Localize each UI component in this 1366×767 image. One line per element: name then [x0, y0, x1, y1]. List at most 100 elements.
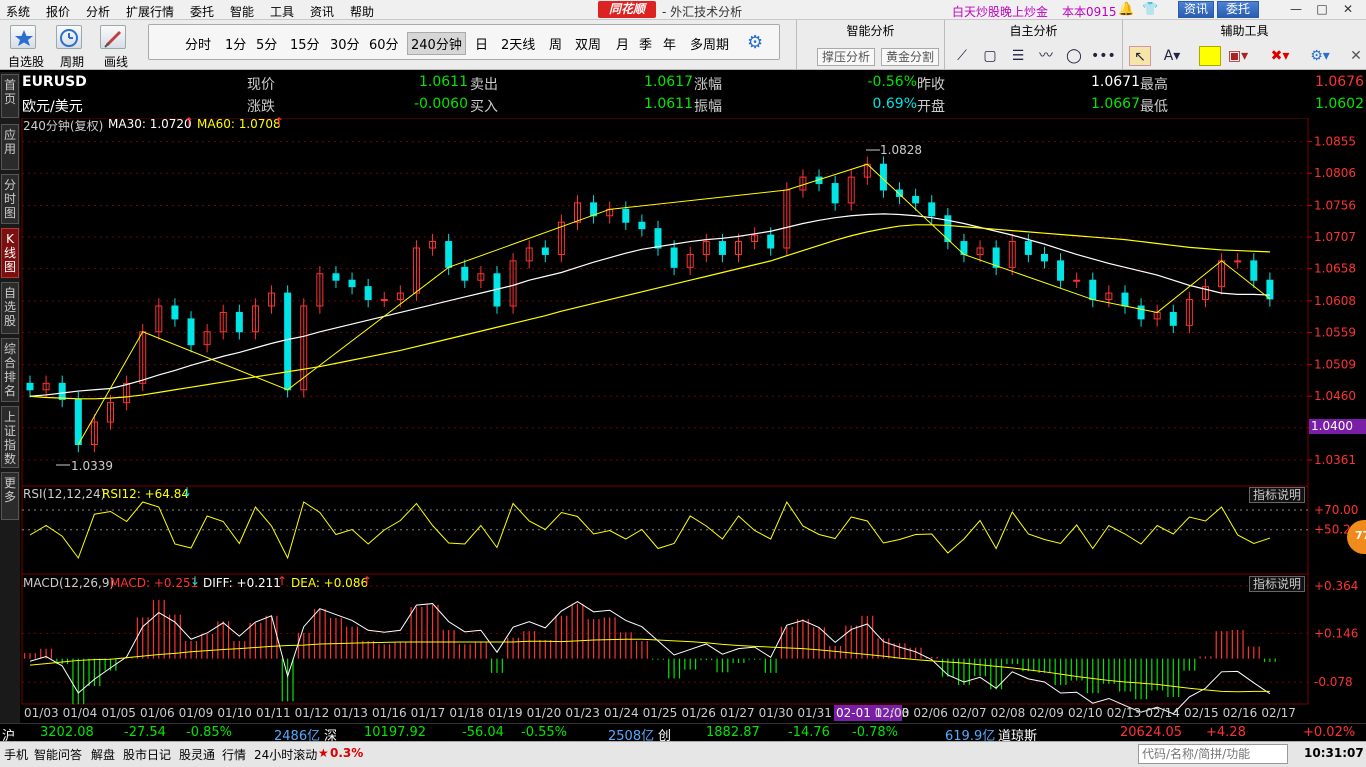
- rect-tool-icon[interactable]: ▢: [979, 46, 1001, 66]
- macd-down-arrow-icon: ↓: [190, 574, 201, 588]
- candle-body: [332, 273, 340, 281]
- period-5m[interactable]: 5分: [256, 34, 277, 53]
- period-2week[interactable]: 双周: [575, 34, 601, 53]
- period-label[interactable]: 周期: [60, 53, 84, 70]
- high-marker-label: 1.0828: [880, 143, 922, 157]
- draw-label[interactable]: 画线: [104, 53, 128, 70]
- x-tick-label: 02/14: [1145, 706, 1180, 720]
- close-icon[interactable]: ✕: [1340, 2, 1356, 17]
- channel-tool-icon[interactable]: ☰: [1007, 46, 1029, 66]
- period-year[interactable]: 年: [663, 34, 676, 53]
- status-gulingtong[interactable]: 股灵通: [179, 746, 215, 763]
- candle-body: [590, 202, 598, 217]
- period-week[interactable]: 周: [549, 34, 562, 53]
- dj-value[interactable]: 20624.05: [1120, 725, 1182, 740]
- sz-change: -56.04: [462, 725, 504, 740]
- candle-body: [348, 279, 356, 288]
- macd-help-button[interactable]: 指标说明: [1249, 576, 1306, 592]
- period-multi[interactable]: 多周期: [690, 34, 729, 53]
- menu-system[interactable]: 系统: [6, 3, 30, 20]
- bell-icon[interactable]: 🔔: [1118, 2, 1134, 17]
- period-month[interactable]: 月: [616, 34, 629, 53]
- candle-body: [1073, 279, 1081, 282]
- menu-extended[interactable]: 扩展行情: [126, 3, 174, 20]
- gear-icon[interactable]: ⚙: [747, 32, 763, 53]
- sz-value[interactable]: 10197.92: [364, 725, 426, 740]
- macd-label: MACD(12,26,9): [23, 576, 115, 590]
- more-tools-icon[interactable]: •••: [1091, 46, 1116, 66]
- panel-close-icon[interactable]: ✕: [1345, 46, 1366, 66]
- period-15m[interactable]: 15分: [290, 34, 320, 53]
- pencil-icon[interactable]: [100, 25, 126, 49]
- period-30m[interactable]: 30分: [330, 34, 360, 53]
- line-tool-icon[interactable]: ⟋: [951, 46, 973, 66]
- symbol-code: EURUSD: [22, 74, 87, 90]
- candle-body: [26, 382, 34, 391]
- promo-link[interactable]: 白天炒股晚上炒金: [952, 3, 1048, 20]
- settings-icon[interactable]: ⚙▾: [1309, 46, 1331, 66]
- status-analysis[interactable]: 解盘: [91, 746, 115, 763]
- status-market[interactable]: 行情: [222, 746, 246, 763]
- menu-bar: 系统 报价 分析 扩展行情 委托 智能 工具 资讯 帮助 同花顺 - 外汇技术分…: [0, 0, 1366, 20]
- news-button[interactable]: 资讯: [1178, 1, 1214, 18]
- period-60m[interactable]: 60分: [369, 34, 399, 53]
- menu-news[interactable]: 资讯: [310, 3, 334, 20]
- aux-tools-panel: 辅助工具 ↖ A▾ ▣▾ ✖▾ ⚙▾ ✕: [1122, 20, 1366, 70]
- cy-change: -14.76: [788, 725, 830, 740]
- color-picker-icon[interactable]: [1199, 46, 1221, 66]
- search-input[interactable]: [1138, 744, 1288, 764]
- period-2day[interactable]: 2天线: [501, 34, 535, 53]
- account-name[interactable]: 本本0915: [1062, 3, 1117, 20]
- menu-analysis[interactable]: 分析: [86, 3, 110, 20]
- x-tick-label: 02/08: [991, 706, 1026, 720]
- diff-value: DIFF: +0.211: [203, 576, 281, 590]
- period-quarter[interactable]: 季: [639, 34, 652, 53]
- golden-section-button[interactable]: 黄金分割: [881, 48, 940, 66]
- x-tick-label: 01/25: [643, 706, 678, 720]
- rsi-tick-label: +70.00: [1314, 503, 1358, 517]
- tab-home[interactable]: 首页: [1, 74, 19, 118]
- x-tick-label: 02/15: [1184, 706, 1219, 720]
- candle-body: [284, 292, 292, 391]
- menu-smart[interactable]: 智能: [230, 3, 254, 20]
- status-smart-qa[interactable]: 智能问答: [34, 746, 82, 763]
- candle-body: [1169, 311, 1177, 326]
- menu-help[interactable]: 帮助: [350, 3, 374, 20]
- menu-trade[interactable]: 委托: [190, 3, 214, 20]
- sh-change: -27.54: [124, 725, 166, 740]
- star-list-icon[interactable]: [10, 25, 36, 49]
- candle-body: [718, 241, 726, 255]
- clock-icon[interactable]: [56, 25, 82, 49]
- rsi-help-button[interactable]: 指标说明: [1249, 487, 1306, 503]
- support-resistance-button[interactable]: 撑压分析: [817, 48, 876, 66]
- period-day[interactable]: 日: [475, 34, 488, 53]
- candle-body: [831, 183, 839, 204]
- period-fenshi[interactable]: 分时: [185, 34, 211, 53]
- period-1m[interactable]: 1分: [225, 34, 246, 53]
- shirt-icon[interactable]: 👕: [1142, 2, 1158, 17]
- status-mobile[interactable]: 手机: [4, 746, 28, 763]
- text-tool-icon[interactable]: A▾: [1161, 46, 1183, 66]
- x-tick-label: 02/06: [913, 706, 948, 720]
- watchlist-label[interactable]: 自选股: [8, 53, 44, 70]
- save-icon[interactable]: ▣▾: [1227, 46, 1249, 66]
- menu-quote[interactable]: 报价: [46, 3, 70, 20]
- cy-value[interactable]: 1882.87: [706, 725, 760, 740]
- x-tick-label: 01/24: [604, 706, 639, 720]
- menu-tools[interactable]: 工具: [270, 3, 294, 20]
- wave-tool-icon[interactable]: 〰: [1035, 46, 1057, 66]
- sh-value[interactable]: 3202.08: [40, 725, 94, 740]
- candle-body: [896, 189, 904, 197]
- scroll-news-label[interactable]: 24小时滚动: [254, 746, 317, 763]
- trade-button[interactable]: 委托: [1217, 1, 1259, 18]
- minimize-icon[interactable]: —: [1288, 2, 1304, 17]
- macd-value: MACD: +0.251: [110, 576, 199, 590]
- maximize-icon[interactable]: □: [1314, 2, 1330, 17]
- ellipse-tool-icon[interactable]: ◯: [1063, 46, 1085, 66]
- candle-body: [187, 318, 195, 346]
- cursor-icon[interactable]: ↖: [1129, 46, 1151, 66]
- delete-icon[interactable]: ✖▾: [1269, 46, 1291, 66]
- kline-chart[interactable]: 1.0855 1.0806 1.0756 1.0707 1.0658 1.0608 1.05…: [0, 118, 1366, 723]
- status-diary[interactable]: 股市日记: [123, 746, 171, 763]
- period-240m[interactable]: 240分钟: [407, 32, 466, 55]
